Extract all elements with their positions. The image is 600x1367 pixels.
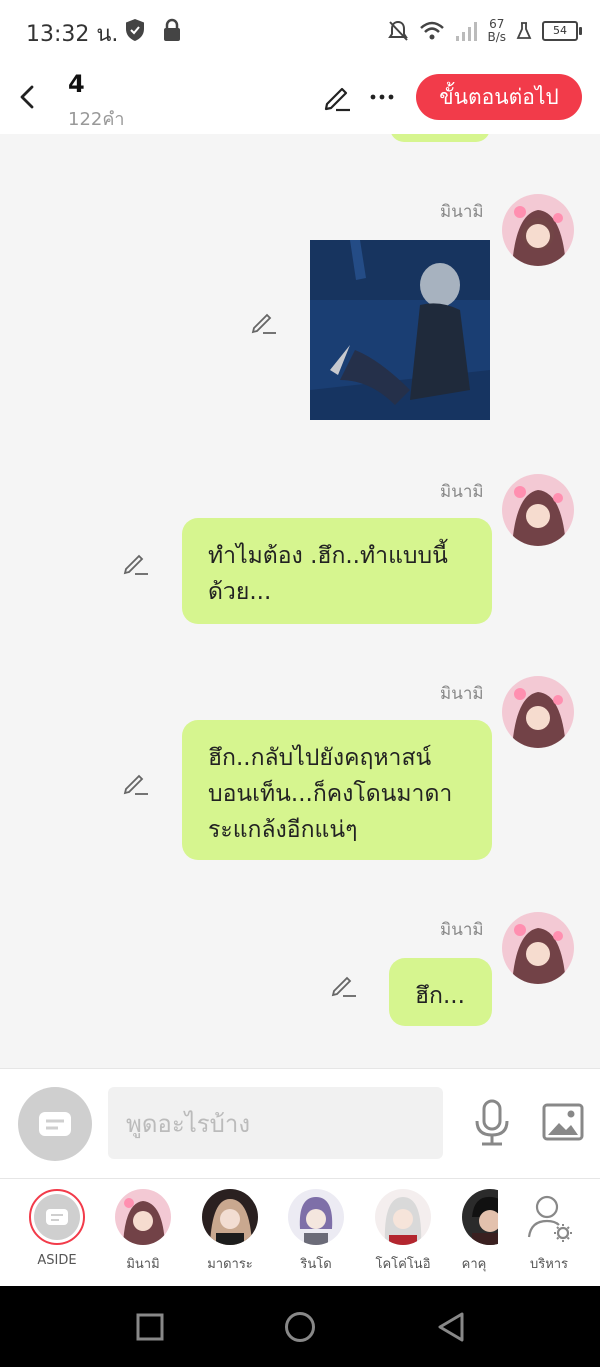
- aside-avatar: [29, 1189, 85, 1245]
- nav-square-icon[interactable]: [136, 1313, 164, 1341]
- character-name: รินโด: [300, 1257, 332, 1272]
- avatar: [202, 1189, 258, 1245]
- status-right: 67 B/s 54: [387, 14, 582, 48]
- edit-icon[interactable]: [322, 82, 352, 112]
- bell-off-icon: [388, 20, 409, 41]
- nav-triangle-icon[interactable]: [436, 1311, 466, 1343]
- pencil-icon[interactable]: [122, 548, 150, 576]
- mic-icon[interactable]: [472, 1099, 512, 1147]
- aside-icon: [39, 1112, 71, 1136]
- aside-toggle-button[interactable]: [18, 1087, 92, 1161]
- back-icon[interactable]: [14, 80, 42, 114]
- status-bar: 13:32 น. 67 B/s 54: [0, 0, 600, 62]
- partial-message-bubble: [390, 134, 490, 142]
- speed-unit: B/s: [487, 30, 506, 44]
- image-icon[interactable]: [542, 1103, 584, 1141]
- sender-name: มินามิ: [440, 920, 484, 940]
- avatar: [288, 1189, 344, 1245]
- character-name: บริหาร: [529, 1257, 569, 1272]
- message-bubble[interactable]: ฮึก..กลับไปยังคฤหาสน์บอนเท็น...ก็คงโดนมา…: [182, 720, 492, 860]
- next-step-button[interactable]: ขั้นตอนต่อไป: [416, 74, 582, 120]
- editor-header: 4 122คำ ขั้นตอนต่อไป: [0, 62, 600, 134]
- message-input[interactable]: พูดอะไรบ้าง: [108, 1087, 443, 1159]
- message-input-bar: พูดอะไรบ้าง: [0, 1068, 600, 1179]
- status-time: 13:32 น.: [26, 22, 119, 47]
- character-minami[interactable]: มินามิ: [103, 1189, 183, 1274]
- nav-circle-icon[interactable]: [284, 1311, 316, 1343]
- flask-icon: [516, 22, 532, 39]
- pencil-icon[interactable]: [330, 970, 358, 998]
- character-madara[interactable]: มาดาระ: [190, 1189, 270, 1274]
- avatar: [462, 1189, 498, 1245]
- message-bubble[interactable]: ทำไมต้อง .ฮึก..ทำแบบนี้ด้วย...: [182, 518, 492, 624]
- manage-characters-button[interactable]: บริหาร: [509, 1189, 589, 1274]
- character-kaku[interactable]: คาคุ: [450, 1189, 498, 1274]
- shield-icon: [126, 19, 144, 41]
- chapter-number: 4: [68, 70, 85, 98]
- aside-icon: [34, 1194, 80, 1240]
- character-name: โคโค่โนอิ: [375, 1257, 431, 1272]
- message-image[interactable]: [310, 240, 490, 420]
- word-count: 122คำ: [68, 109, 125, 130]
- avatar[interactable]: [502, 676, 574, 748]
- sender-name: มินามิ: [440, 482, 484, 502]
- network-speed: 67 B/s: [487, 18, 506, 44]
- character-name: ASIDE: [37, 1253, 77, 1268]
- character-name: มินามิ: [126, 1257, 160, 1272]
- avatar[interactable]: [502, 194, 574, 266]
- pencil-icon[interactable]: [122, 768, 150, 796]
- avatar[interactable]: [502, 912, 574, 984]
- message-bubble[interactable]: ฮึก...: [389, 958, 492, 1026]
- sender-name: มินามิ: [440, 202, 484, 222]
- character-kokonoi[interactable]: โคโค่โนอิ: [363, 1189, 443, 1274]
- avatar: [375, 1189, 431, 1245]
- avatar: [115, 1189, 171, 1245]
- chat-area[interactable]: มินามิ มินามิ ทำไมต้อง .ฮึก..ทำแบบนี้ด้ว…: [0, 134, 600, 1068]
- sender-name: มินามิ: [440, 684, 484, 704]
- character-rindo[interactable]: รินโด: [276, 1189, 356, 1274]
- more-icon[interactable]: [368, 82, 396, 112]
- system-nav-bar: [0, 1286, 600, 1367]
- lock-icon: [164, 18, 180, 41]
- avatar[interactable]: [502, 474, 574, 546]
- character-name: คาคุ: [461, 1257, 487, 1272]
- signal-icon: [456, 22, 478, 41]
- character-aside[interactable]: ASIDE: [17, 1189, 97, 1268]
- character-bar: ASIDE มินามิ มาดาระ รินโด โคโค่โนอิ คาคุ: [0, 1178, 600, 1287]
- character-name: มาดาระ: [207, 1257, 253, 1272]
- pencil-icon[interactable]: [250, 307, 278, 335]
- wifi-icon: [420, 21, 445, 40]
- battery-indicator: 54: [542, 21, 582, 41]
- manage-characters-icon: [527, 1195, 572, 1242]
